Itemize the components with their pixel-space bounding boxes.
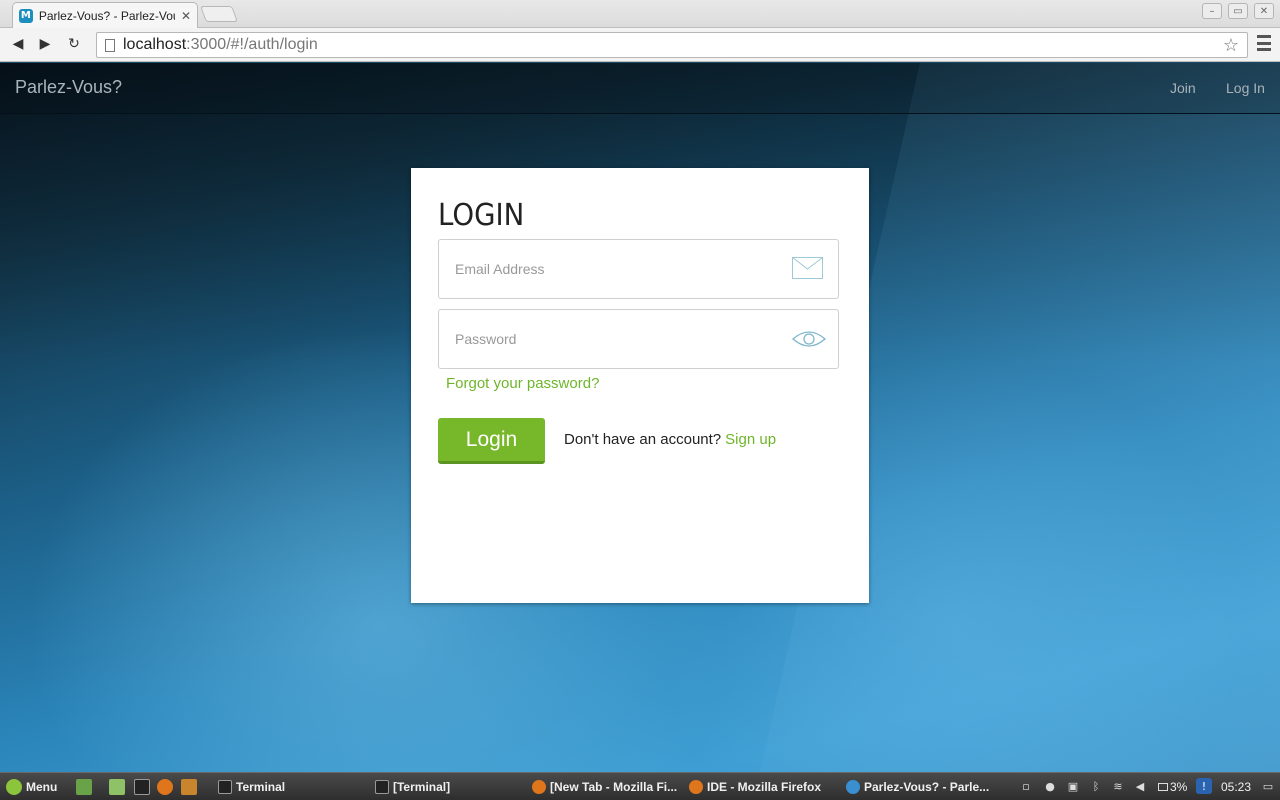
sublime-launcher-icon[interactable]	[181, 779, 197, 795]
email-field	[438, 239, 839, 299]
bookmark-star-icon[interactable]: ☆	[1223, 35, 1239, 56]
show-desktop-icon[interactable]	[76, 779, 92, 795]
login-title: LOGIN	[438, 198, 525, 233]
start-menu-button[interactable]: Menu	[6, 778, 57, 796]
taskbar-item-new-tab[interactable]: [New Tab - Mozilla Fi...	[532, 778, 677, 796]
bluetooth-icon[interactable]: ᛒ	[1090, 780, 1102, 793]
login-button[interactable]: Login	[438, 418, 545, 464]
password-field	[438, 309, 839, 369]
volume-icon[interactable]: ◀	[1134, 780, 1146, 793]
nav-join-link[interactable]: Join	[1170, 80, 1196, 96]
taskbar-item-terminal[interactable]: Terminal	[218, 778, 285, 796]
no-account-text: Don't have an account?	[564, 431, 722, 448]
nav-login-link[interactable]: Log In	[1226, 80, 1265, 96]
battery-level: 3%	[1170, 780, 1188, 794]
show-desktop-corner-icon[interactable]: ▭	[1262, 780, 1274, 793]
app-favicon-icon: M	[19, 8, 33, 23]
url-host: localhost	[123, 36, 187, 53]
page-viewport: Parlez-Vous? Join Log In LOGIN Forgot yo…	[0, 63, 1280, 772]
back-arrow-icon[interactable]: ◀	[8, 34, 28, 54]
start-menu-label: Menu	[26, 780, 58, 794]
signup-link[interactable]: Sign up	[725, 431, 776, 448]
app-brand[interactable]: Parlez-Vous?	[15, 77, 122, 98]
app-navbar: Parlez-Vous? Join Log In	[0, 63, 1280, 114]
signup-prompt: Don't have an account? Sign up	[564, 431, 776, 448]
browser-toolbar: ◀ ▶ ↻ localhost:3000/#!/auth/login ☆	[0, 28, 1280, 62]
battery-indicator[interactable]: 3%	[1158, 778, 1187, 796]
page-icon	[105, 38, 115, 52]
email-input[interactable]	[439, 240, 769, 298]
minimize-window-icon[interactable]: –	[1202, 3, 1222, 19]
os-taskbar: Menu Terminal [Terminal] [New Tab - Mozi…	[0, 772, 1280, 800]
chrome-icon	[846, 780, 860, 794]
terminal-icon	[375, 780, 389, 794]
browser-tabstrip: M Parlez-Vous? - Parlez-Vou ✕ – ▭ ✕	[0, 0, 1280, 28]
browser-tab[interactable]: M Parlez-Vous? - Parlez-Vou ✕	[12, 2, 198, 28]
firefox-icon	[689, 780, 703, 794]
new-tab-button[interactable]	[200, 6, 238, 22]
browser-menu-icon[interactable]	[1257, 35, 1271, 51]
taskbar-item-label: Terminal	[236, 780, 286, 794]
envelope-icon	[792, 257, 823, 279]
maximize-window-icon[interactable]: ▭	[1228, 3, 1248, 19]
workspace-icon[interactable]: ▫	[1020, 780, 1032, 793]
battery-icon	[1158, 783, 1168, 791]
firefox-launcher-icon[interactable]	[157, 779, 173, 795]
terminal-launcher-icon[interactable]	[134, 779, 150, 795]
tab-close-icon[interactable]: ✕	[181, 9, 191, 23]
url-path: :3000/#!/auth/login	[186, 36, 318, 53]
eye-icon[interactable]	[792, 327, 826, 351]
taskbar-item-parlez-vous[interactable]: Parlez-Vous? - Parle...	[846, 778, 989, 796]
user-icon[interactable]: ●	[1044, 780, 1056, 793]
taskbar-item-label: IDE - Mozilla Firefox	[707, 780, 822, 794]
shield-icon[interactable]: !	[1196, 778, 1212, 794]
wifi-icon[interactable]: ≋	[1112, 780, 1124, 793]
close-window-icon[interactable]: ✕	[1254, 3, 1274, 19]
taskbar-item-ide[interactable]: IDE - Mozilla Firefox	[689, 778, 821, 796]
login-card: LOGIN Forgot your password? Login Don't …	[411, 168, 869, 603]
clock[interactable]: 05:23	[1221, 778, 1251, 796]
firefox-icon	[532, 780, 546, 794]
files-icon[interactable]	[109, 779, 125, 795]
taskbar-item-terminal-2[interactable]: [Terminal]	[375, 778, 450, 796]
clipboard-icon[interactable]: ▣	[1067, 780, 1079, 793]
taskbar-item-label: Parlez-Vous? - Parle...	[864, 780, 990, 794]
address-bar[interactable]: localhost:3000/#!/auth/login ☆	[96, 32, 1248, 58]
password-input[interactable]	[439, 310, 769, 368]
terminal-icon	[218, 780, 232, 794]
forward-arrow-icon[interactable]: ▶	[35, 34, 55, 54]
tab-title: Parlez-Vous? - Parlez-Vou	[38, 8, 175, 23]
taskbar-item-label: [New Tab - Mozilla Fi...	[550, 780, 678, 794]
forgot-password-link[interactable]: Forgot your password?	[446, 375, 599, 392]
mint-logo-icon	[6, 779, 22, 795]
reload-icon[interactable]: ↻	[64, 34, 84, 54]
taskbar-item-label: [Terminal]	[393, 780, 451, 794]
